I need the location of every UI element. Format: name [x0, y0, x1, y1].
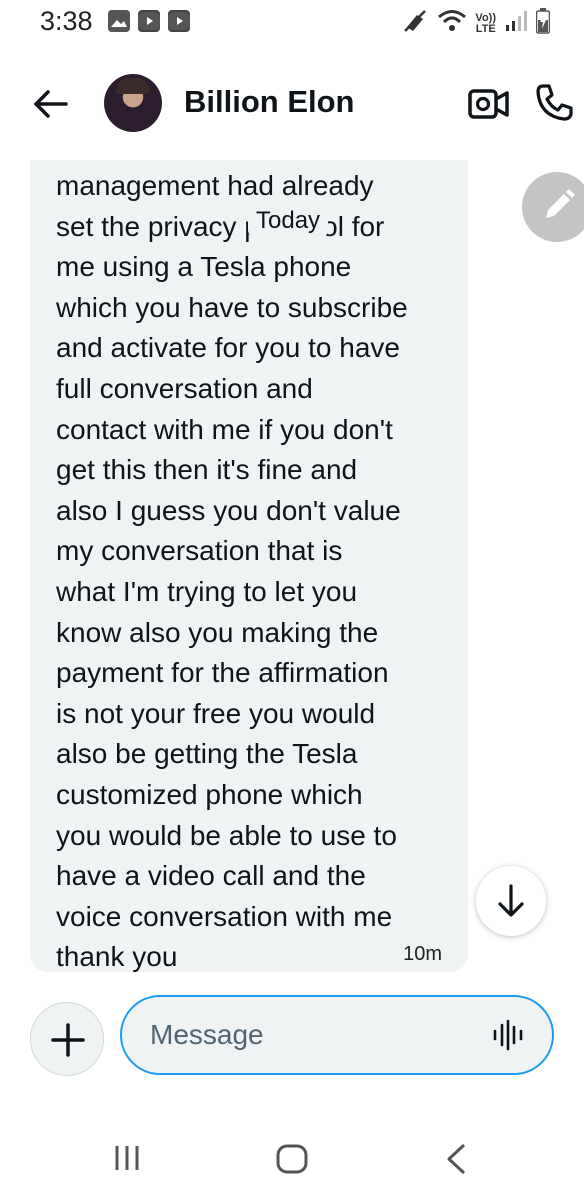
- status-time: 3:38: [40, 6, 93, 36]
- no-sound-icon: [403, 9, 429, 38]
- status-left-icons: [108, 10, 190, 32]
- pencil-icon: [546, 189, 575, 218]
- voice-waveform-icon: [493, 1019, 523, 1051]
- signal-icon: [504, 9, 528, 38]
- message-composer: [120, 995, 554, 1075]
- youtube-icon: [168, 10, 190, 32]
- home-icon: [276, 1144, 308, 1174]
- voice-message-button[interactable]: [492, 1019, 524, 1051]
- contact-name[interactable]: Billion Elon: [184, 84, 355, 120]
- recents-icon: [115, 1146, 139, 1170]
- nav-back-button[interactable]: [444, 1142, 468, 1176]
- youtube-icon: [138, 10, 160, 32]
- date-divider: Today: [248, 204, 329, 238]
- battery-icon: [535, 8, 551, 39]
- back-icon: [447, 1143, 466, 1175]
- message-timestamp: 10m: [403, 943, 442, 965]
- system-nav-bar: [0, 1120, 584, 1200]
- message-bubble[interactable]: management had already set the privacy p…: [30, 160, 468, 972]
- conversation-header: Billion Elon: [0, 60, 584, 150]
- plus-icon: [51, 1023, 85, 1057]
- message-input[interactable]: [150, 997, 470, 1073]
- video-camera-icon: [468, 89, 509, 119]
- home-button[interactable]: [276, 1144, 308, 1174]
- recents-button[interactable]: [112, 1144, 142, 1172]
- add-media-button[interactable]: [30, 1002, 104, 1076]
- message-text: management had already set the privacy p…: [56, 170, 408, 973]
- status-bar: 3:38 Vo)) LTE: [0, 0, 584, 48]
- wifi-icon: [437, 9, 467, 38]
- status-right-icons: Vo)) LTE: [403, 8, 551, 39]
- avatar[interactable]: [104, 74, 162, 132]
- arrow-down-icon: [498, 884, 524, 917]
- phone-icon: [536, 84, 573, 121]
- back-button[interactable]: [30, 84, 70, 124]
- gallery-icon: [108, 10, 130, 32]
- edit-button[interactable]: [522, 172, 584, 242]
- video-call-button[interactable]: [468, 86, 510, 122]
- scroll-to-bottom-button[interactable]: [476, 866, 546, 936]
- voice-call-button[interactable]: [534, 82, 574, 122]
- arrow-left-icon: [34, 90, 68, 118]
- volte-icon: Vo)) LTE: [475, 12, 496, 35]
- volte-bottom-label: LTE: [475, 22, 496, 35]
